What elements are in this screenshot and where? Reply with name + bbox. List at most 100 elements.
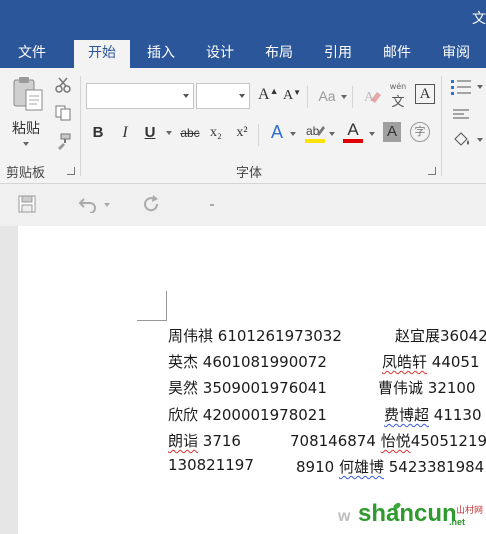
- font-size-dropdown[interactable]: [196, 83, 250, 109]
- grow-font-button[interactable]: A▲: [258, 86, 278, 104]
- person-name: 朗诣: [168, 432, 199, 450]
- highlight-color-icon[interactable]: ab: [304, 122, 326, 144]
- character-shading-button[interactable]: A: [383, 122, 401, 142]
- chevron-down-icon[interactable]: [477, 138, 483, 142]
- superscript-button[interactable]: x²: [233, 125, 251, 141]
- document-line-5-middle[interactable]: 708146874 怡悦45051219: [290, 430, 486, 451]
- divider: [307, 86, 308, 108]
- chevron-down-icon[interactable]: [477, 85, 483, 89]
- document-line-2[interactable]: 英杰 4601081990072: [168, 351, 327, 372]
- redo-icon[interactable]: [142, 194, 162, 214]
- chevron-down-icon[interactable]: [166, 131, 172, 135]
- person-name: 凤皓轩: [382, 353, 428, 371]
- watermark-tag: 山村网: [456, 506, 484, 516]
- chevron-down-icon[interactable]: [369, 132, 375, 136]
- cut-icon[interactable]: [54, 76, 72, 94]
- align-left-icon[interactable]: [452, 108, 470, 122]
- font-name-dropdown[interactable]: [86, 83, 194, 109]
- format-painter-icon[interactable]: [54, 132, 72, 150]
- document-line-4-col2[interactable]: 费博超 41130: [384, 404, 482, 425]
- document-line-1[interactable]: 周伟祺 6101261973032: [168, 325, 342, 346]
- id-number: 4200001978021: [202, 406, 327, 424]
- enclose-characters-button[interactable]: 字: [410, 122, 430, 142]
- person-name: 欣欣: [168, 406, 199, 424]
- text-effects-button[interactable]: A: [268, 122, 286, 143]
- copy-icon[interactable]: [54, 104, 72, 122]
- document-line-4[interactable]: 欣欣 4200001978021: [168, 404, 327, 425]
- change-case-button[interactable]: Aa: [316, 88, 338, 104]
- clipboard-launcher-icon[interactable]: [67, 167, 75, 175]
- save-icon[interactable]: [18, 195, 36, 213]
- italic-button[interactable]: I: [117, 124, 133, 142]
- character-border-button[interactable]: A: [415, 84, 435, 104]
- phonetic-label: 文: [391, 95, 405, 110]
- quick-access-toolbar: [0, 184, 486, 226]
- tab-home[interactable]: 开始: [74, 40, 130, 68]
- document-line-5[interactable]: 朗诣 3716: [168, 430, 241, 451]
- underline-button[interactable]: U: [142, 124, 158, 141]
- document-line-1-col2[interactable]: 赵宜展36042: [395, 325, 486, 346]
- undo-icon[interactable]: [78, 195, 98, 213]
- person-name: 何雄博: [338, 458, 384, 476]
- tab-file[interactable]: 文件: [0, 38, 64, 68]
- clipboard-group-label: 剪贴板: [6, 166, 46, 181]
- id-number-part: 708146874: [290, 432, 376, 450]
- id-number: 45051219: [410, 432, 486, 450]
- margin-corner-mark: [166, 291, 167, 321]
- phonetic-top-label: wén: [389, 82, 407, 91]
- chevron-down-icon[interactable]: [290, 132, 296, 136]
- group-divider: [441, 76, 442, 176]
- subscript-button[interactable]: x₂: [207, 125, 225, 141]
- font-color-glyph: A: [347, 120, 359, 139]
- id-number: 3716: [202, 432, 241, 450]
- id-number: 4601081990072: [202, 353, 327, 371]
- id-number-part: 8910: [296, 458, 335, 476]
- grow-font-icon: A: [258, 86, 270, 103]
- document-line-2-col2[interactable]: 凤皓轩 44051: [382, 351, 480, 372]
- clear-format-icon[interactable]: A: [362, 86, 382, 106]
- chevron-down-icon: [239, 94, 245, 98]
- person-name: 费博超: [384, 406, 430, 424]
- id-number: 41130: [433, 406, 482, 424]
- person-name: 周伟祺: [168, 327, 214, 345]
- font-group-label: 字体: [236, 166, 263, 181]
- watermark-prefix: w: [338, 508, 351, 525]
- document-line-6[interactable]: 130821197: [168, 456, 254, 474]
- person-name: 昊然: [168, 379, 199, 397]
- watermark-suffix: .net: [449, 517, 466, 527]
- id-number: 32100: [427, 379, 476, 397]
- tab-layout[interactable]: 布局: [253, 38, 305, 68]
- shrink-font-button[interactable]: A▼: [283, 88, 301, 104]
- paste-icon[interactable]: [8, 74, 48, 114]
- document-line-3[interactable]: 昊然 3509001976041: [168, 377, 327, 398]
- font-launcher-icon[interactable]: [428, 167, 436, 175]
- tab-insert[interactable]: 插入: [135, 38, 187, 68]
- paste-label[interactable]: 粘贴: [6, 118, 46, 138]
- window-title: 文: [472, 11, 486, 27]
- phonetic-guide-button[interactable]: wén 文: [388, 82, 408, 110]
- chevron-down-icon[interactable]: [104, 203, 110, 207]
- tab-mailings[interactable]: 邮件: [371, 38, 423, 68]
- tab-review[interactable]: 审阅: [430, 38, 482, 68]
- document-line-6-middle[interactable]: 8910 何雄博 5423381984: [296, 456, 484, 477]
- font-color-bar: [343, 139, 363, 143]
- person-name: 英杰: [168, 353, 199, 371]
- title-bar: 文: [0, 0, 486, 38]
- bold-button[interactable]: B: [90, 124, 106, 141]
- margin-corner-mark: [137, 320, 167, 321]
- chevron-down-icon[interactable]: [341, 95, 347, 99]
- bullets-icon[interactable]: [450, 78, 472, 96]
- document-line-3-col2[interactable]: 曹伟诚 32100: [378, 377, 476, 398]
- strikethrough-button[interactable]: abc: [177, 126, 203, 140]
- leaf-icon: [392, 496, 402, 510]
- tab-references[interactable]: 引用: [312, 38, 364, 68]
- chevron-down-icon[interactable]: [329, 132, 335, 136]
- paste-dropdown-icon[interactable]: [23, 142, 29, 146]
- shading-fill-icon[interactable]: [452, 130, 474, 148]
- shrink-font-icon: A: [283, 88, 294, 103]
- watermark-text: shancun: [358, 500, 457, 527]
- tab-design[interactable]: 设计: [194, 38, 246, 68]
- font-color-icon[interactable]: A: [342, 120, 364, 144]
- customize-toolbar-icon[interactable]: [210, 204, 214, 206]
- group-divider: [80, 76, 81, 176]
